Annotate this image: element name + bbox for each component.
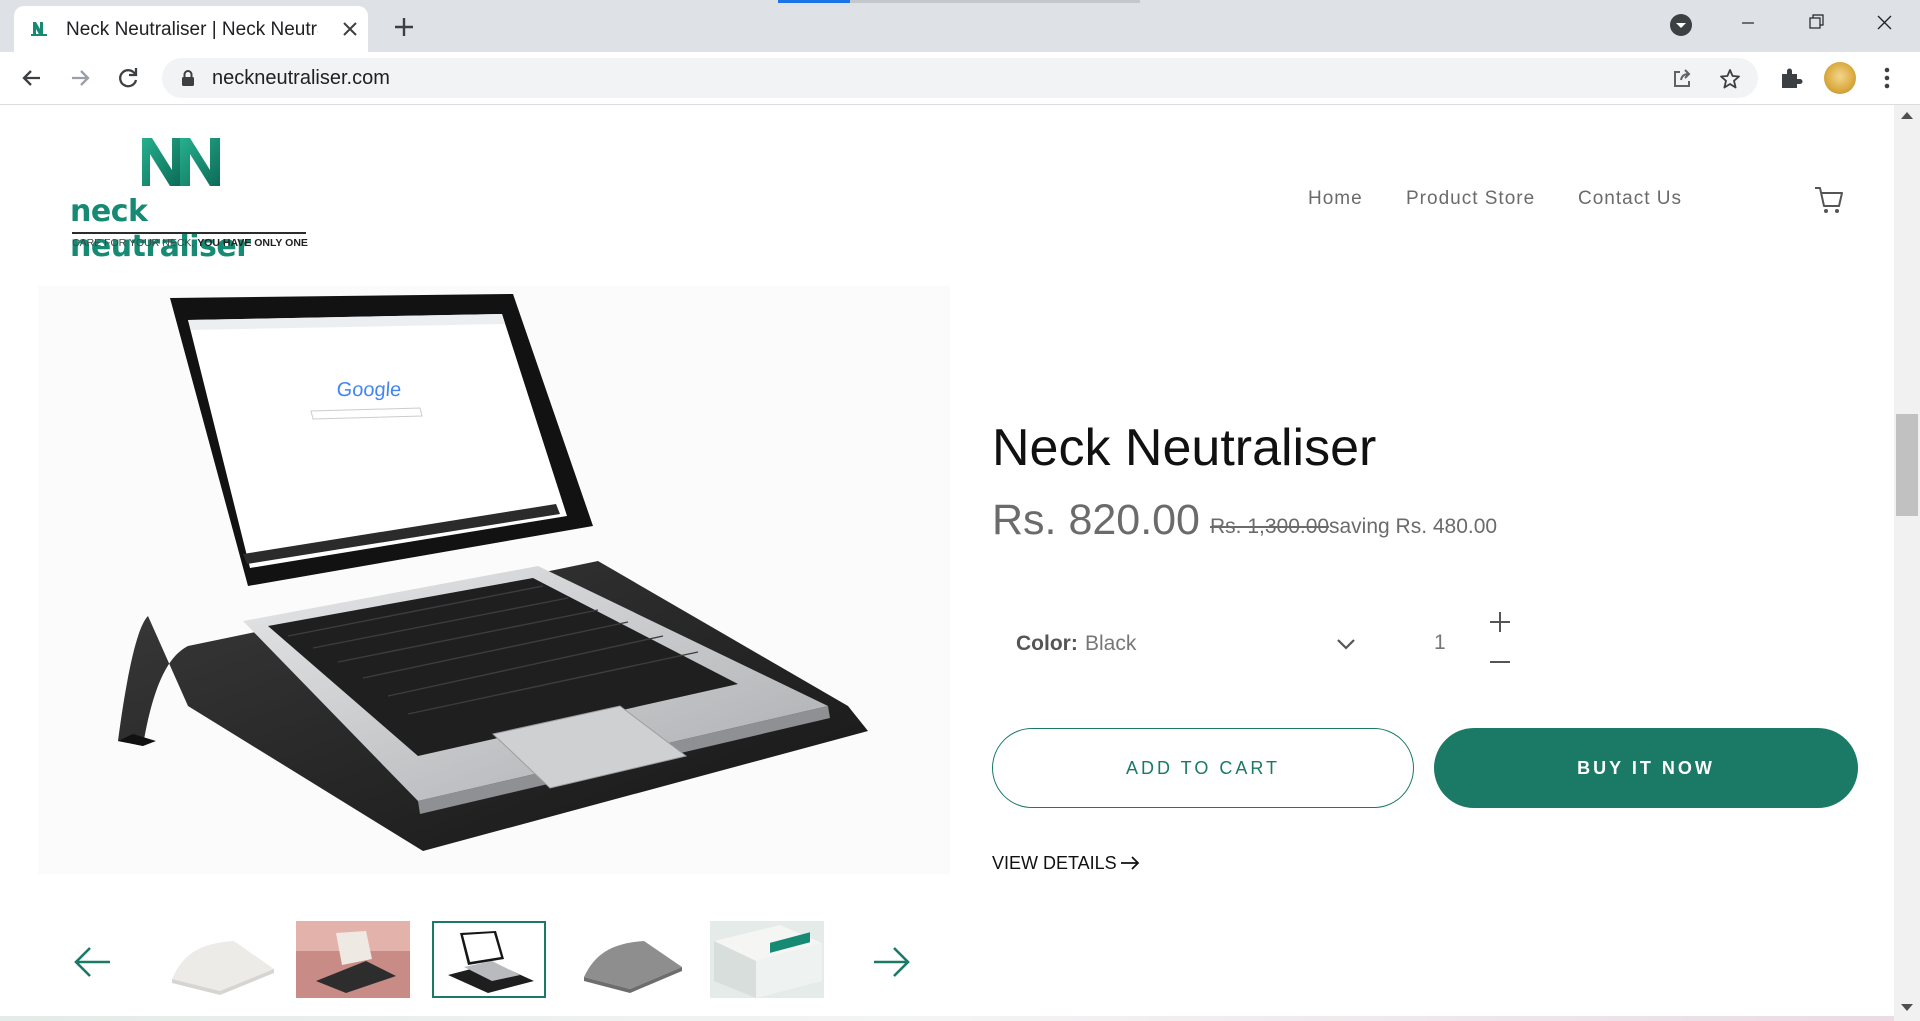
laptop-on-stand-illustration: Google — [118, 294, 868, 851]
thumbnail-4[interactable] — [578, 921, 692, 998]
thumbnail-3-selected[interactable] — [432, 921, 546, 998]
url-text: neckneutraliser.com — [212, 67, 390, 89]
arrow-right-icon[interactable] — [1118, 852, 1142, 874]
tab-search-chevron-icon[interactable] — [1670, 14, 1692, 36]
shopping-cart-icon[interactable] — [1812, 182, 1846, 216]
scroll-up-arrow-icon[interactable] — [1901, 112, 1913, 119]
share-icon[interactable] — [1670, 67, 1694, 91]
site-favicon-icon — [31, 22, 47, 36]
restore-window-icon[interactable] — [1794, 8, 1838, 38]
bookmark-star-icon[interactable] — [1718, 67, 1742, 91]
logo-tagline: CARE FOR YOUR NECK, YOU HAVE ONLY ONE — [72, 237, 308, 249]
tab-title: Neck Neutraliser | Neck Neutraliser — [66, 19, 318, 40]
loading-indicator-track — [850, 0, 1140, 3]
tagline-bold-part: YOU HAVE ONLY ONE — [197, 237, 308, 249]
new-tab-plus-icon[interactable] — [390, 13, 418, 41]
lifestyle-thumbnail-image — [296, 921, 410, 998]
quantity-value[interactable]: 1 — [1434, 631, 1446, 655]
profile-avatar[interactable] — [1824, 62, 1856, 94]
scroll-down-arrow-icon[interactable] — [1901, 1004, 1913, 1011]
arrow-left-icon[interactable] — [70, 940, 114, 984]
compare-at-price: Rs. 1,300.00 — [1210, 515, 1330, 538]
browser-tab-strip: Neck Neutraliser | Neck Neutraliser — [0, 0, 1920, 52]
extensions-puzzle-icon[interactable] — [1778, 65, 1804, 91]
tagline-part: CARE FOR YOUR NECK, — [72, 237, 198, 249]
product-main-image[interactable]: Google — [38, 286, 950, 874]
decrease-quantity-minus-icon[interactable] — [1488, 650, 1512, 674]
nav-home[interactable]: Home — [1308, 188, 1363, 210]
view-details-link[interactable]: VIEW DETAILS — [992, 853, 1117, 874]
forward-arrow-icon[interactable] — [66, 64, 94, 92]
thumbnail-5[interactable] — [710, 921, 824, 998]
add-to-cart-button[interactable]: ADD TO CART — [992, 728, 1414, 808]
white-stand-thumbnail-image — [172, 941, 274, 995]
nav-product-store[interactable]: Product Store — [1406, 188, 1535, 210]
color-option-label: Color: — [1016, 632, 1078, 655]
next-section-edge — [0, 1016, 1894, 1021]
packaging-box-thumbnail-image — [710, 921, 824, 998]
svg-text:Google: Google — [336, 379, 402, 401]
page-scrollbar[interactable] — [1894, 105, 1920, 1021]
close-window-icon[interactable] — [1862, 8, 1906, 38]
arrow-right-icon[interactable] — [870, 940, 914, 984]
logo-divider — [72, 232, 306, 234]
loading-indicator — [778, 0, 850, 3]
logo-nn-mark-icon — [142, 138, 220, 186]
site-logo[interactable]: neck neutraliser CARE FOR YOUR NECK, YOU… — [70, 136, 310, 264]
grey-stand-thumbnail-image — [584, 941, 682, 993]
buy-it-now-button[interactable]: BUY IT NOW — [1434, 728, 1858, 808]
chevron-down-icon[interactable] — [1334, 632, 1358, 656]
browser-tab-active[interactable]: Neck Neutraliser | Neck Neutraliser — [14, 6, 368, 52]
product-price: Rs. 820.00 — [992, 496, 1200, 544]
lock-icon[interactable] — [180, 69, 196, 87]
logo-wordmark: neck neutraliser — [70, 194, 251, 264]
close-tab-icon[interactable] — [338, 17, 362, 41]
minimize-window-icon[interactable] — [1726, 8, 1770, 38]
scrollbar-thumb[interactable] — [1896, 414, 1918, 516]
savings-text: saving Rs. 480.00 — [1329, 515, 1498, 538]
browser-toolbar: neckneutraliser.com — [0, 52, 1920, 105]
color-select[interactable]: Black — [1085, 632, 1136, 656]
thumbnail-2[interactable] — [296, 921, 410, 998]
laptop-stand-thumbnail-image — [434, 923, 544, 996]
increase-quantity-plus-icon[interactable] — [1488, 610, 1512, 634]
address-bar[interactable]: neckneutraliser.com — [162, 58, 1758, 98]
back-arrow-icon[interactable] — [18, 64, 46, 92]
nav-contact-us[interactable]: Contact Us — [1578, 188, 1682, 210]
reload-icon[interactable] — [114, 64, 142, 92]
thumbnail-1[interactable] — [164, 921, 278, 998]
browser-menu-kebab-icon[interactable] — [1874, 65, 1900, 91]
product-title: Neck Neutraliser — [992, 419, 1377, 477]
